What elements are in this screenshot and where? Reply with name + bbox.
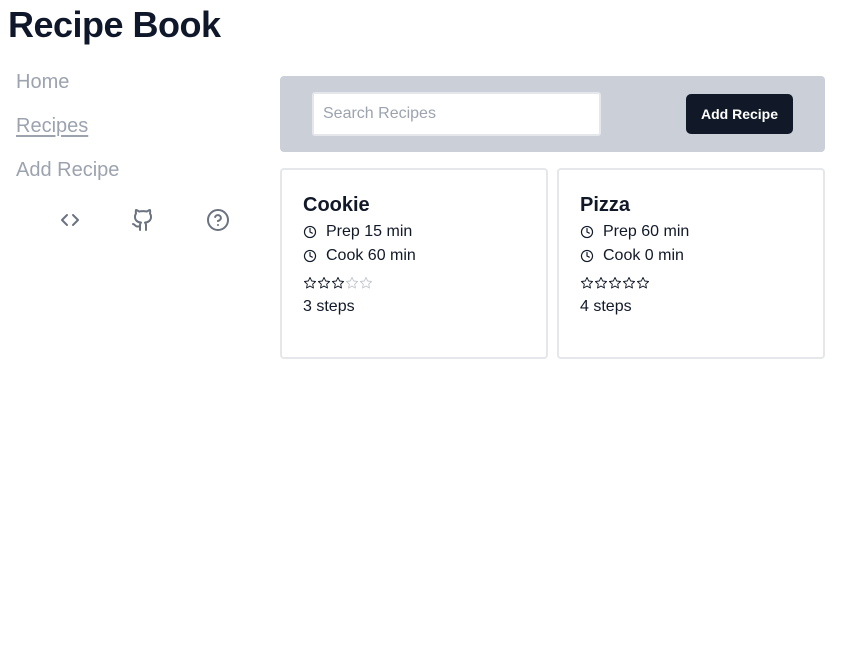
star-icon	[594, 276, 608, 290]
recipe-card-grid: Cookie Prep 15 min Cook 60 min 3 steps P…	[280, 168, 825, 359]
star-icon	[331, 276, 345, 290]
prep-time: Prep 15 min	[326, 223, 413, 240]
nav-link-home[interactable]: Home	[16, 66, 256, 110]
cook-time-row: Cook 60 min	[303, 244, 546, 268]
star-icon	[359, 276, 373, 290]
star-icon	[303, 276, 317, 290]
clock-icon	[580, 249, 594, 263]
nav-link-recipes[interactable]: Recipes	[16, 110, 256, 154]
add-recipe-button[interactable]: Add Recipe	[686, 94, 793, 134]
search-input[interactable]	[312, 92, 601, 136]
star-icon	[345, 276, 359, 290]
sidebar-icon-row	[56, 206, 256, 236]
recipe-card[interactable]: Cookie Prep 15 min Cook 60 min 3 steps	[280, 168, 548, 359]
sidebar-nav: Home Recipes Add Recipe	[16, 66, 256, 231]
star-icon	[608, 276, 622, 290]
step-count: 3 steps	[303, 298, 355, 315]
star-icon	[580, 276, 594, 290]
clock-icon	[303, 249, 317, 263]
rating-stars	[303, 270, 546, 296]
recipe-name: Pizza	[580, 194, 631, 216]
app-title: Recipe Book	[8, 4, 221, 45]
code-icon[interactable]	[56, 206, 84, 234]
recipe-toolbar: Add Recipe	[280, 76, 825, 152]
star-icon	[636, 276, 650, 290]
clock-icon	[303, 225, 317, 239]
prep-time-row: Prep 60 min	[580, 220, 823, 244]
recipe-name: Cookie	[303, 194, 370, 216]
step-count: 4 steps	[580, 298, 632, 315]
nav-link-add-recipe[interactable]: Add Recipe	[16, 154, 256, 198]
cook-time-row: Cook 0 min	[580, 244, 823, 268]
cook-time: Cook 0 min	[603, 247, 684, 264]
star-icon	[317, 276, 331, 290]
rating-stars	[580, 270, 823, 296]
cook-time: Cook 60 min	[326, 247, 416, 264]
clock-icon	[580, 225, 594, 239]
help-icon[interactable]	[204, 206, 232, 234]
github-icon[interactable]	[129, 206, 157, 234]
star-icon	[622, 276, 636, 290]
prep-time-row: Prep 15 min	[303, 220, 546, 244]
prep-time: Prep 60 min	[603, 223, 690, 240]
recipe-card[interactable]: Pizza Prep 60 min Cook 0 min 4 steps	[557, 168, 825, 359]
